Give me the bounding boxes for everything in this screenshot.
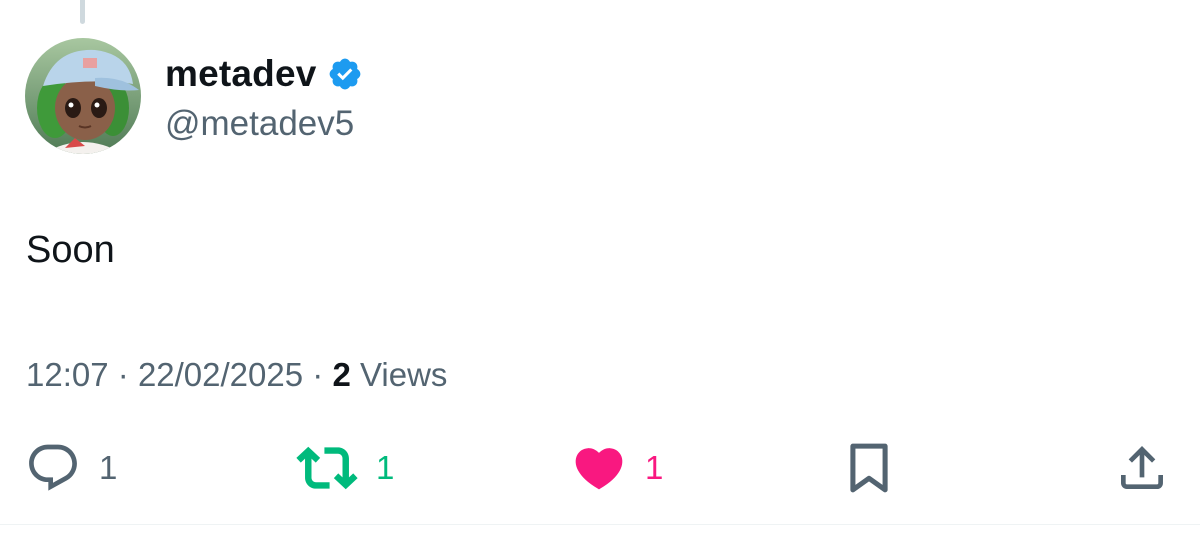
reply-button[interactable]: 1: [25, 438, 117, 498]
heart-icon: [575, 448, 623, 490]
bookmark-button[interactable]: [846, 438, 892, 498]
author-name-row: metadev: [165, 48, 363, 100]
reply-count: 1: [99, 449, 118, 486]
views-label: Views: [359, 356, 448, 393]
tweet-text: Soon: [26, 229, 115, 271]
retweet-button[interactable]: 1: [296, 438, 394, 498]
like-button[interactable]: 1: [571, 438, 663, 498]
like-count: 1: [645, 449, 664, 486]
action-bar: 1 1 1: [0, 438, 1200, 498]
tweet-meta: 12:07 · 22/02/2025 · 2 Views: [26, 352, 447, 398]
bottom-divider: [0, 524, 1200, 525]
share-icon: [1121, 446, 1163, 489]
retweet-count: 1: [376, 449, 395, 486]
retweet-icon: [296, 446, 358, 490]
views-count: 2: [332, 356, 351, 393]
verified-badge-icon: [329, 58, 360, 90]
share-button[interactable]: [1114, 438, 1170, 498]
author-handle[interactable]: @metadev5: [165, 100, 354, 148]
thread-connector-line: [80, 0, 85, 24]
author-display-name[interactable]: metadev: [165, 48, 317, 100]
meta-separator: ·: [117, 356, 129, 393]
bookmark-icon: [850, 443, 888, 493]
meta-separator: ·: [312, 356, 324, 393]
avatar[interactable]: [25, 38, 141, 154]
tweet-time[interactable]: 12:07: [26, 356, 109, 393]
avatar-image: [25, 38, 141, 154]
reply-icon: [29, 444, 77, 491]
tweet-date[interactable]: 22/02/2025: [138, 356, 303, 393]
